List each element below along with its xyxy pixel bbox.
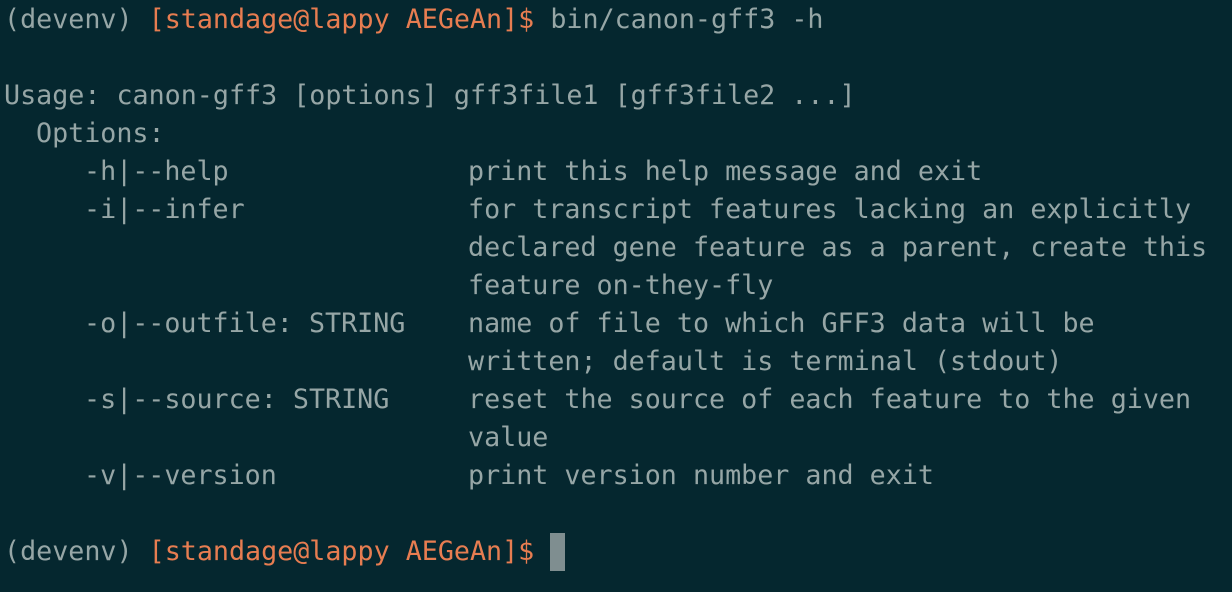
- text-cursor[interactable]: [550, 533, 566, 571]
- prompt-user-host: [standage@lappy AEGeAn]$: [148, 4, 535, 35]
- option-desc: declared gene feature as a parent, creat…: [468, 232, 1208, 263]
- option-desc: written; default is terminal (stdout): [468, 346, 1063, 377]
- usage-line: Usage: canon-gff3 [options] gff3file1 [g…: [4, 80, 856, 111]
- option-row-source: -s|--source: STRING reset the source of …: [4, 381, 1232, 419]
- option-flag: -o|--outfile: STRING: [84, 308, 406, 339]
- options-heading-line: Options:: [4, 115, 1232, 153]
- option-row-infer-cont: declared gene feature as a parent, creat…: [4, 229, 1232, 267]
- command-text: bin/canon-gff3 -h: [550, 4, 824, 35]
- prompt-env: (devenv): [4, 4, 133, 35]
- active-prompt-line[interactable]: (devenv) [standage@lappy AEGeAn]$: [4, 533, 1232, 571]
- option-desc: print version number and exit: [468, 460, 934, 491]
- prompt-env: (devenv): [4, 536, 133, 567]
- option-row-outfile-cont: written; default is terminal (stdout): [4, 343, 1232, 381]
- options-heading: Options:: [36, 118, 165, 149]
- option-row-help: -h|--help print this help message and ex…: [4, 153, 1232, 191]
- terminal-window[interactable]: (devenv) [standage@lappy AEGeAn]$ bin/ca…: [0, 0, 1232, 592]
- option-desc: for transcript features lacking an expli…: [468, 194, 1192, 225]
- command-line: (devenv) [standage@lappy AEGeAn]$ bin/ca…: [4, 1, 1232, 39]
- option-desc: print this help message and exit: [468, 156, 983, 187]
- option-row-source-cont: value: [4, 419, 1232, 457]
- option-desc: value: [468, 422, 549, 453]
- option-flag: -s|--source: STRING: [84, 384, 390, 415]
- prompt-user-host: [standage@lappy AEGeAn]$: [148, 536, 535, 567]
- option-flag: -i|--infer: [84, 194, 245, 225]
- option-row-infer: -i|--infer for transcript features lacki…: [4, 191, 1232, 229]
- option-flag: -h|--help: [84, 156, 229, 187]
- option-row-infer-cont: feature on-they-fly: [4, 267, 1232, 305]
- option-flag: -v|--version: [84, 460, 277, 491]
- option-desc: reset the source of each feature to the …: [468, 384, 1192, 415]
- option-row-outfile: -o|--outfile: STRING name of file to whi…: [4, 305, 1232, 343]
- option-row-version: -v|--version print version number and ex…: [4, 457, 1232, 495]
- option-desc: feature on-they-fly: [468, 270, 774, 301]
- option-desc: name of file to which GFF3 data will be: [468, 308, 1095, 339]
